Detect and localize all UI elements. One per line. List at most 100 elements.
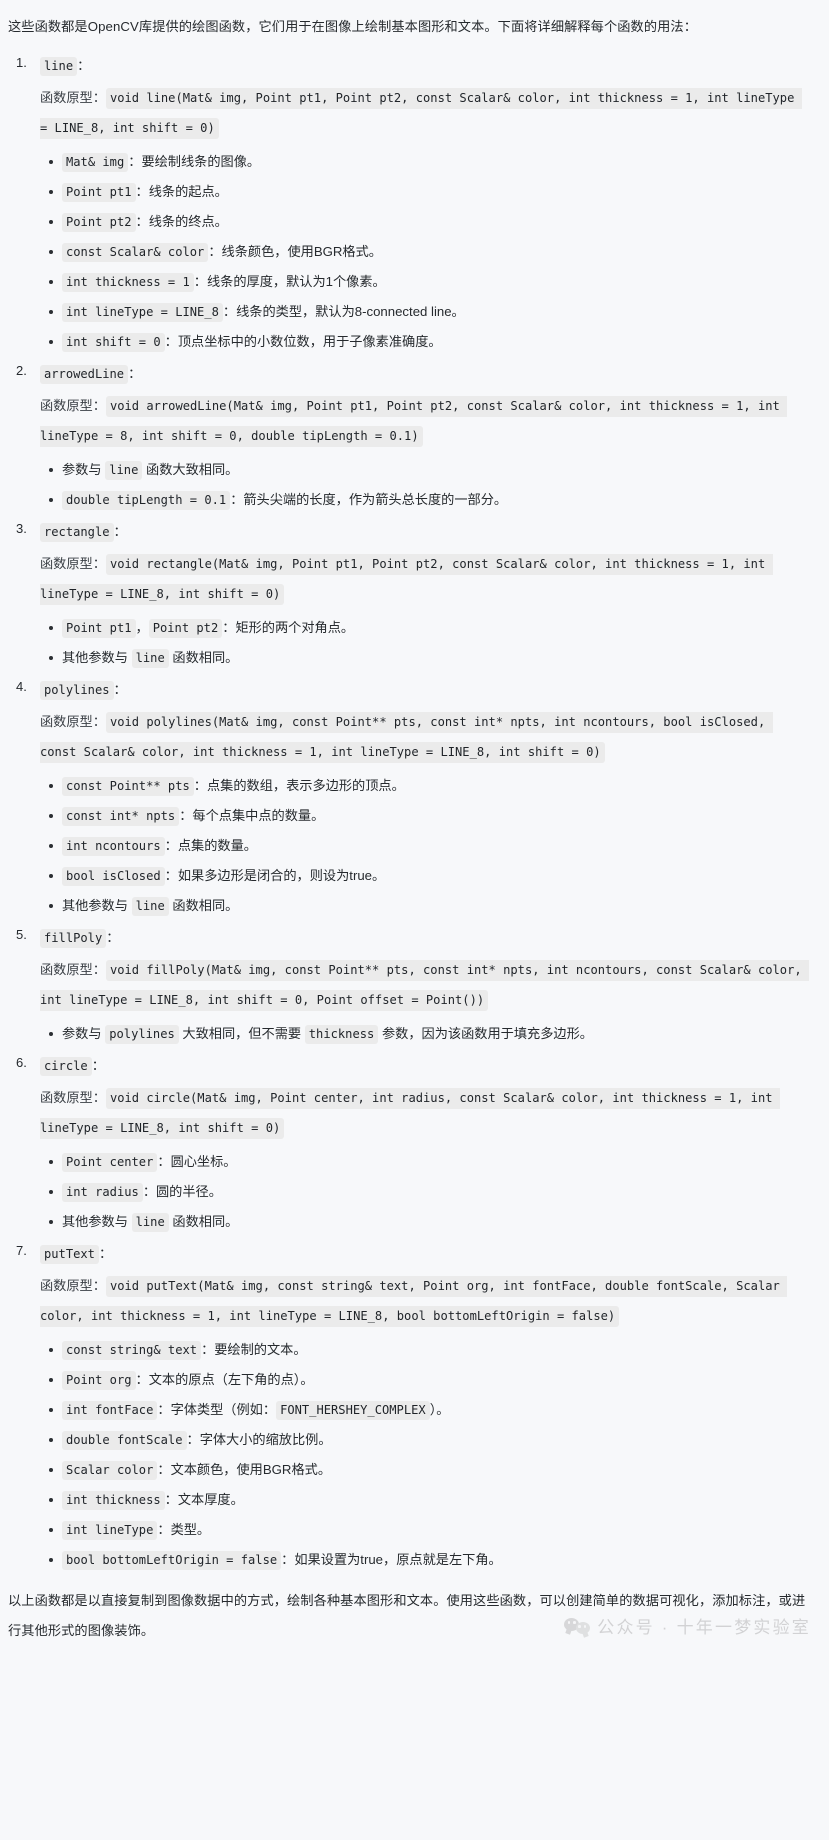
parameter-item: int ncontours ：点集的数量。 (49, 831, 807, 860)
function-name-colon: ： (77, 58, 91, 73)
function-list: line：函数原型： void line(Mat& img, Point pt1,… (6, 52, 809, 1574)
parameter-item: Point pt1， Point pt2 ：矩形的两个对角点。 (49, 613, 807, 642)
prototype-code: void putText(Mat& img, const string& tex… (40, 1276, 788, 1327)
param-description: 函数相同。 (168, 650, 239, 665)
param-code: bool isClosed (62, 867, 165, 886)
param-description: 要绘制线条的图像。 (141, 154, 261, 169)
parameter-item: int radius ：圆的半径。 (49, 1177, 807, 1206)
parameter-item: const Point** pts ：点集的数组，表示多边形的顶点。 (49, 771, 807, 800)
param-code: Point pt1 (62, 619, 136, 638)
function-item-arrowedLine: arrowedLine：函数原型： void arrowedLine(Mat& i… (16, 360, 807, 514)
param-colon: ： (135, 214, 149, 229)
param-description: 文本颜色，使用BGR格式。 (170, 1462, 332, 1477)
param-code: int radius (62, 1183, 143, 1202)
parameter-item: 参数与 line 函数大致相同。 (49, 455, 807, 484)
param-colon: ： (157, 1462, 171, 1477)
parameter-item: const int* npts ：每个点集中点的数量。 (49, 801, 807, 830)
param-separator: ， (135, 620, 149, 635)
param-colon: ： (201, 1342, 215, 1357)
prototype-code: void arrowedLine(Mat& img, Point pt1, Po… (40, 396, 788, 447)
param-colon: ： (157, 1154, 171, 1169)
function-prototype-line: 函数原型： void rectangle(Mat& img, Point pt1,… (40, 549, 807, 609)
parameter-list: Mat& img ：要绘制线条的图像。 Point pt1 ：线条的起点。 Point … (40, 147, 807, 356)
param-code: int thickness = 1 (62, 273, 194, 292)
param-code: double tipLength = 0.1 (62, 491, 231, 510)
param-code: const int* npts (62, 807, 180, 826)
param-code: Point center (62, 1153, 158, 1172)
function-prototype-line: 函数原型： void fillPoly(Mat& img, const Point… (40, 955, 809, 1015)
function-name: line (40, 57, 78, 76)
param-colon: ： (164, 334, 178, 349)
param-code-3: FONT_HERSHEY_COMPLEX (276, 1401, 430, 1420)
parameter-item: Point pt1 ：线条的起点。 (49, 177, 807, 206)
param-prefix: 其他参数与 (62, 1214, 132, 1229)
param-description: 箭头尖端的长度，作为箭头总长度的一部分。 (243, 492, 508, 507)
parameter-item: 其他参数与 line 函数相同。 (49, 891, 807, 920)
param-colon: ： (135, 1372, 149, 1387)
param-code: Point pt1 (62, 183, 136, 202)
parameter-item: int thickness ：文本厚度。 (49, 1485, 807, 1514)
param-code: int fontFace (62, 1401, 158, 1420)
param-code: const string& text (62, 1341, 202, 1360)
parameter-list: const string& text ：要绘制的文本。 Point org ：文本的原… (40, 1335, 807, 1574)
param-code: int lineType = LINE_8 (62, 303, 223, 322)
function-name-line: putText： (40, 1240, 807, 1268)
parameter-list: 参数与 line 函数大致相同。 double tipLength = 0.1 ：箭… (40, 455, 807, 514)
parameter-item: bool bottomLeftOrigin = false ：如果设置为true，… (49, 1545, 807, 1574)
param-description: 圆心坐标。 (170, 1154, 237, 1169)
param-code: int ncontours (62, 837, 165, 856)
prototype-code: void polylines(Mat& img, const Point** p… (40, 712, 773, 763)
function-prototype-line: 函数原型： void line(Mat& img, Point pt1, Poin… (40, 83, 807, 143)
param-description: 字体类型（例如： (170, 1402, 277, 1417)
param-colon: ： (281, 1552, 295, 1567)
function-name: polylines (40, 681, 114, 700)
param-description: 矩形的两个对角点。 (235, 620, 355, 635)
document-page: 这些函数都是OpenCV库提供的绘图函数，它们用于在图像上绘制基本图形和文本。下… (0, 0, 829, 1646)
param-description: 如果多边形是闭合的，则设为true。 (177, 868, 386, 883)
param-code: int lineType (62, 1521, 158, 1540)
parameter-item: 其他参数与 line 函数相同。 (49, 1207, 807, 1236)
param-description-2: 参数，因为该函数用于填充多边形。 (378, 1026, 593, 1041)
parameter-item: Point org ：文本的原点（左下角的点）。 (49, 1365, 807, 1394)
prototype-label: 函数原型： (40, 962, 106, 977)
param-code-2: Point pt2 (148, 619, 223, 638)
param-code: Scalar color (62, 1461, 158, 1480)
function-name: fillPoly (40, 929, 107, 948)
parameter-item: int lineType = LINE_8 ：线条的类型，默认为8-connect… (49, 297, 807, 326)
param-description: 字体大小的缩放比例。 (199, 1432, 332, 1447)
prototype-code: void rectangle(Mat& img, Point pt1, Poin… (40, 554, 773, 605)
param-colon: ： (193, 778, 207, 793)
param-code: line (105, 461, 143, 480)
param-description: 点集的数组，表示多边形的顶点。 (206, 778, 405, 793)
parameter-item: 其他参数与 line 函数相同。 (49, 643, 807, 672)
function-item-line: line：函数原型： void line(Mat& img, Point pt1,… (16, 52, 807, 356)
function-prototype-line: 函数原型： void arrowedLine(Mat& img, Point pt… (40, 391, 807, 451)
parameter-list: const Point** pts ：点集的数组，表示多边形的顶点。 const i… (40, 771, 807, 920)
function-name-line: circle： (40, 1052, 807, 1080)
parameter-item: int thickness = 1 ：线条的厚度，默认为1个像素。 (49, 267, 807, 296)
param-description: 文本的原点（左下角的点）。 (148, 1372, 314, 1387)
parameter-item: Point pt2 ：线条的终点。 (49, 207, 807, 236)
param-code: Mat& img (62, 153, 129, 172)
param-colon: ： (157, 1402, 171, 1417)
function-name-colon: ： (113, 524, 127, 539)
param-description: 如果设置为true，原点就是左下角。 (294, 1552, 502, 1567)
param-code-3: thickness (304, 1025, 379, 1044)
parameter-item: int shift = 0 ：顶点坐标中的小数位数，用于子像素准确度。 (49, 327, 807, 356)
param-description: 点集的数量。 (177, 838, 257, 853)
prototype-code: void circle(Mat& img, Point center, int … (40, 1088, 780, 1139)
parameter-item: double fontScale ：字体大小的缩放比例。 (49, 1425, 807, 1454)
param-code: Point org (62, 1371, 136, 1390)
function-name: rectangle (40, 523, 114, 542)
parameter-list: Point pt1， Point pt2 ：矩形的两个对角点。 其他参数与 line … (40, 613, 807, 672)
prototype-code: void line(Mat& img, Point pt1, Point pt2… (40, 88, 802, 139)
parameter-item: int lineType ：类型。 (49, 1515, 807, 1544)
prototype-label: 函数原型： (40, 1090, 106, 1105)
prototype-label: 函数原型： (40, 556, 106, 571)
function-prototype-line: 函数原型： void putText(Mat& img, const string… (40, 1271, 807, 1331)
function-item-polylines: polylines：函数原型： void polylines(Mat& img, … (16, 676, 807, 920)
param-code: Point pt2 (62, 213, 136, 232)
function-name-colon: ： (91, 1058, 105, 1073)
param-prefix: 参数与 (62, 1026, 106, 1041)
function-item-circle: circle： 函数原型： void circle(Mat& img, Point … (16, 1052, 807, 1236)
